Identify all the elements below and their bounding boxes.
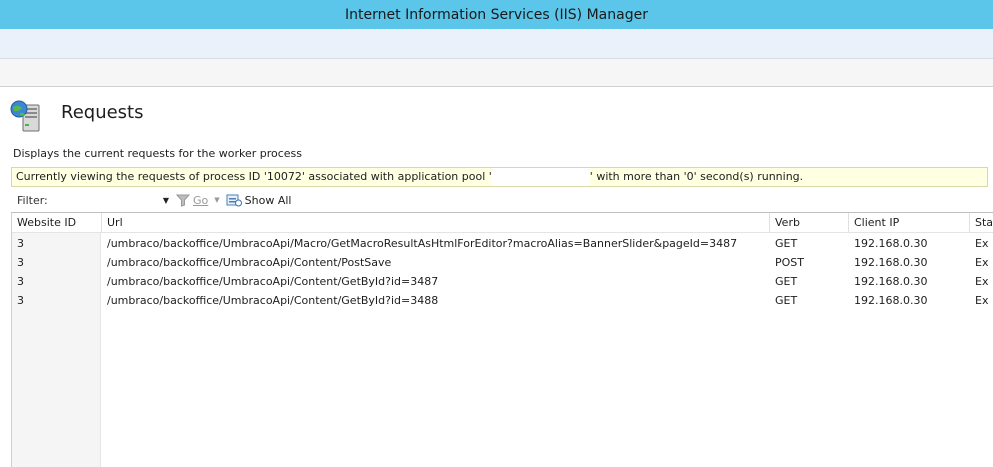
cell-client-ip: 192.168.0.30	[854, 237, 928, 250]
cell-url: /umbraco/backoffice/UmbracoApi/Content/G…	[107, 294, 439, 307]
table-row[interactable]: 3/umbraco/backoffice/UmbracoApi/Content/…	[12, 272, 993, 291]
requests-table: Website ID Url Verb Client IP Sta 3/umbr…	[11, 212, 993, 467]
page-title: Requests	[61, 102, 144, 123]
column-header-verb[interactable]: Verb	[770, 213, 849, 233]
page-description: Displays the current requests for the wo…	[13, 147, 302, 160]
show-all-label: Show All	[244, 193, 292, 207]
table-row[interactable]: 3/umbraco/backoffice/UmbracoApi/Content/…	[12, 291, 993, 310]
cell-verb: POST	[775, 256, 804, 269]
cell-verb: GET	[775, 275, 798, 288]
cell-client-ip: 192.168.0.30	[854, 294, 928, 307]
cell-url: /umbraco/backoffice/UmbracoApi/Macro/Get…	[107, 237, 738, 250]
chevron-down-icon[interactable]: ▼	[214, 196, 219, 204]
show-all-icon	[226, 194, 242, 207]
column-header-website-id[interactable]: Website ID	[12, 213, 102, 233]
filter-dropdown[interactable]: Filter: ▼	[11, 190, 173, 210]
cell-website-id: 3	[17, 237, 24, 250]
filter-toolbar: Filter: ▼ Go ▼ Show All	[11, 189, 988, 211]
cell-state: Ex	[975, 256, 989, 269]
cell-url: /umbraco/backoffice/UmbracoApi/Content/P…	[107, 256, 392, 269]
cell-website-id: 3	[17, 256, 24, 269]
menu-bar	[0, 59, 993, 87]
banner-text-start: Currently viewing the requests of proces…	[16, 170, 492, 183]
table-header: Website ID Url Verb Client IP Sta	[12, 213, 993, 233]
go-button[interactable]: Go	[173, 190, 211, 210]
table-row[interactable]: 3/umbraco/backoffice/UmbracoApi/Content/…	[12, 253, 993, 272]
funnel-icon	[176, 194, 190, 207]
window-title: Internet Information Services (IIS) Mana…	[345, 6, 648, 23]
cell-state: Ex	[975, 275, 989, 288]
cell-website-id: 3	[17, 275, 24, 288]
column-header-url[interactable]: Url	[102, 213, 770, 233]
cell-state: Ex	[975, 294, 989, 307]
cell-url: /umbraco/backoffice/UmbracoApi/Content/G…	[107, 275, 439, 288]
cell-verb: GET	[775, 294, 798, 307]
chevron-down-icon: ▼	[162, 195, 169, 205]
cell-state: Ex	[975, 237, 989, 250]
redacted-app-pool-name	[491, 168, 590, 186]
filter-label: Filter:	[17, 193, 48, 207]
column-header-client-ip[interactable]: Client IP	[849, 213, 970, 233]
show-all-button[interactable]: Show All	[223, 190, 295, 210]
cell-client-ip: 192.168.0.30	[854, 275, 928, 288]
column-header-state[interactable]: Sta	[970, 213, 993, 233]
go-label: Go	[193, 193, 209, 207]
address-bar[interactable]	[0, 29, 993, 59]
window-title-bar: Internet Information Services (IIS) Mana…	[0, 0, 993, 29]
info-banner: Currently viewing the requests of proces…	[11, 167, 988, 187]
server-globe-icon	[10, 100, 40, 132]
table-row[interactable]: 3/umbraco/backoffice/UmbracoApi/Macro/Ge…	[12, 234, 993, 253]
cell-verb: GET	[775, 237, 798, 250]
cell-website-id: 3	[17, 294, 24, 307]
banner-text-end: ' with more than '0' second(s) running.	[589, 170, 804, 183]
cell-client-ip: 192.168.0.30	[854, 256, 928, 269]
